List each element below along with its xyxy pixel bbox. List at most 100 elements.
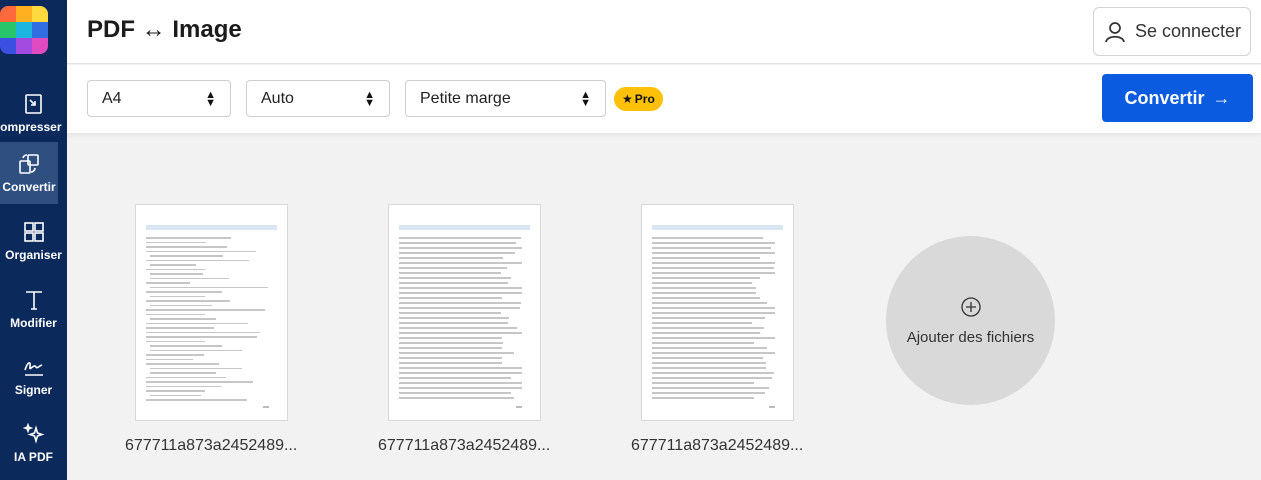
text-line <box>150 349 243 351</box>
text-line <box>652 282 753 284</box>
text-line <box>146 313 205 315</box>
text-line <box>652 287 756 289</box>
text-line <box>146 399 248 401</box>
sidebar-item-ai-pdf[interactable]: IA PDF <box>0 412 67 474</box>
text-line <box>146 246 227 248</box>
text-line <box>399 302 522 304</box>
text-line <box>146 250 257 252</box>
logo-tile <box>32 6 48 22</box>
margin-select[interactable]: Petite marge ▲ ▼ <box>405 80 606 117</box>
sidebar-item-organize[interactable]: Organiser <box>0 210 67 272</box>
text-line <box>146 331 261 333</box>
sidebar-item-compress[interactable]: Compresser <box>0 82 67 144</box>
arrow-right-icon: → <box>1212 87 1231 108</box>
text-line <box>399 292 522 294</box>
text-line <box>399 247 522 249</box>
file-thumbnail[interactable] <box>135 204 288 421</box>
app-logo[interactable] <box>0 6 48 54</box>
text-line <box>652 347 767 349</box>
text-line <box>150 372 216 374</box>
text-line <box>146 363 219 365</box>
text-line <box>399 267 507 269</box>
sidebar-item-label: Organiser <box>5 248 62 262</box>
text-line <box>150 255 223 257</box>
text-line <box>652 242 775 244</box>
sidebar-item-label: IA PDF <box>14 450 53 464</box>
sidebar-item-label: Signer <box>14 383 53 397</box>
text-line <box>399 287 522 289</box>
logo-tile <box>16 22 32 38</box>
text-line <box>146 300 231 302</box>
pro-label: Pro <box>634 92 655 106</box>
logo-tile <box>0 38 16 54</box>
text-line <box>399 262 522 264</box>
text-line <box>150 264 197 266</box>
doc-header-band <box>146 225 277 230</box>
page-size-select[interactable]: A4 ▲ ▼ <box>87 80 231 117</box>
text-line <box>652 382 754 384</box>
select-arrows-icon: ▲ ▼ <box>364 88 375 109</box>
convert-button[interactable]: Convertir → <box>1102 74 1253 122</box>
text-line <box>399 392 512 394</box>
text-line <box>146 322 248 324</box>
text-line <box>146 354 204 356</box>
text-line <box>150 295 206 297</box>
convert-label: Convertir <box>1124 87 1205 108</box>
text-line <box>652 237 764 239</box>
select-arrows-icon: ▲ ▼ <box>580 88 591 109</box>
logo-tile <box>0 22 16 38</box>
file-thumbnail[interactable] <box>641 204 794 421</box>
text-line <box>652 332 761 334</box>
text-line <box>399 282 509 284</box>
text-line <box>146 390 205 392</box>
text-line <box>399 342 504 344</box>
text-line <box>652 307 775 309</box>
text-line <box>399 322 508 324</box>
text-line <box>652 262 775 264</box>
text-line <box>399 357 503 359</box>
text-line <box>146 259 249 261</box>
text-line <box>150 304 213 306</box>
text-line <box>150 394 201 396</box>
margin-value: Petite marge <box>420 89 511 107</box>
file-name: 677711a873a2452489... <box>631 437 804 454</box>
select-arrows-icon: ▲ ▼ <box>205 88 216 109</box>
login-button[interactable]: Se connecter <box>1093 7 1251 56</box>
convert-icon <box>19 154 39 174</box>
text-line <box>652 272 775 274</box>
page-number <box>516 406 522 408</box>
add-files-label: Ajouter des fichiers <box>906 329 1035 346</box>
plus-circle-icon <box>960 297 981 317</box>
text-line <box>399 252 516 254</box>
add-files-button[interactable]: Ajouter des fichiers <box>886 236 1055 405</box>
sidebar-item-edit[interactable]: Modifier <box>0 278 67 340</box>
text-line <box>652 267 774 269</box>
options-toolbar: A4 ▲ ▼ Auto ▲ ▼ Petite marge ▲ ▼ ★ Pro Conv… <box>67 65 1261 133</box>
text-line <box>652 377 772 379</box>
text-line <box>652 357 764 359</box>
orientation-select[interactable]: Auto ▲ ▼ <box>246 80 390 117</box>
login-label: Se connecter <box>1134 21 1242 41</box>
logo-tile <box>32 38 48 54</box>
pro-badge[interactable]: ★ Pro <box>614 87 663 111</box>
orientation-value: Auto <box>261 89 294 107</box>
text-line <box>399 307 520 309</box>
text-line <box>146 385 222 387</box>
logo-tile <box>16 38 32 54</box>
sidebar-item-convert[interactable]: Convertir <box>0 142 58 204</box>
text-line <box>652 292 756 294</box>
page-number <box>769 406 775 408</box>
text-line <box>652 322 753 324</box>
file-thumbnail[interactable] <box>388 204 541 421</box>
text-line <box>652 277 760 279</box>
doc-header-band <box>399 225 530 230</box>
text-line <box>399 367 522 369</box>
text-line <box>652 372 775 374</box>
text-line <box>146 309 265 311</box>
text-line <box>399 242 517 244</box>
text-line <box>399 332 522 334</box>
text-line <box>652 327 764 329</box>
text-line <box>150 367 242 369</box>
sidebar-item-sign[interactable]: Signer <box>0 345 67 407</box>
text-line <box>399 397 515 399</box>
